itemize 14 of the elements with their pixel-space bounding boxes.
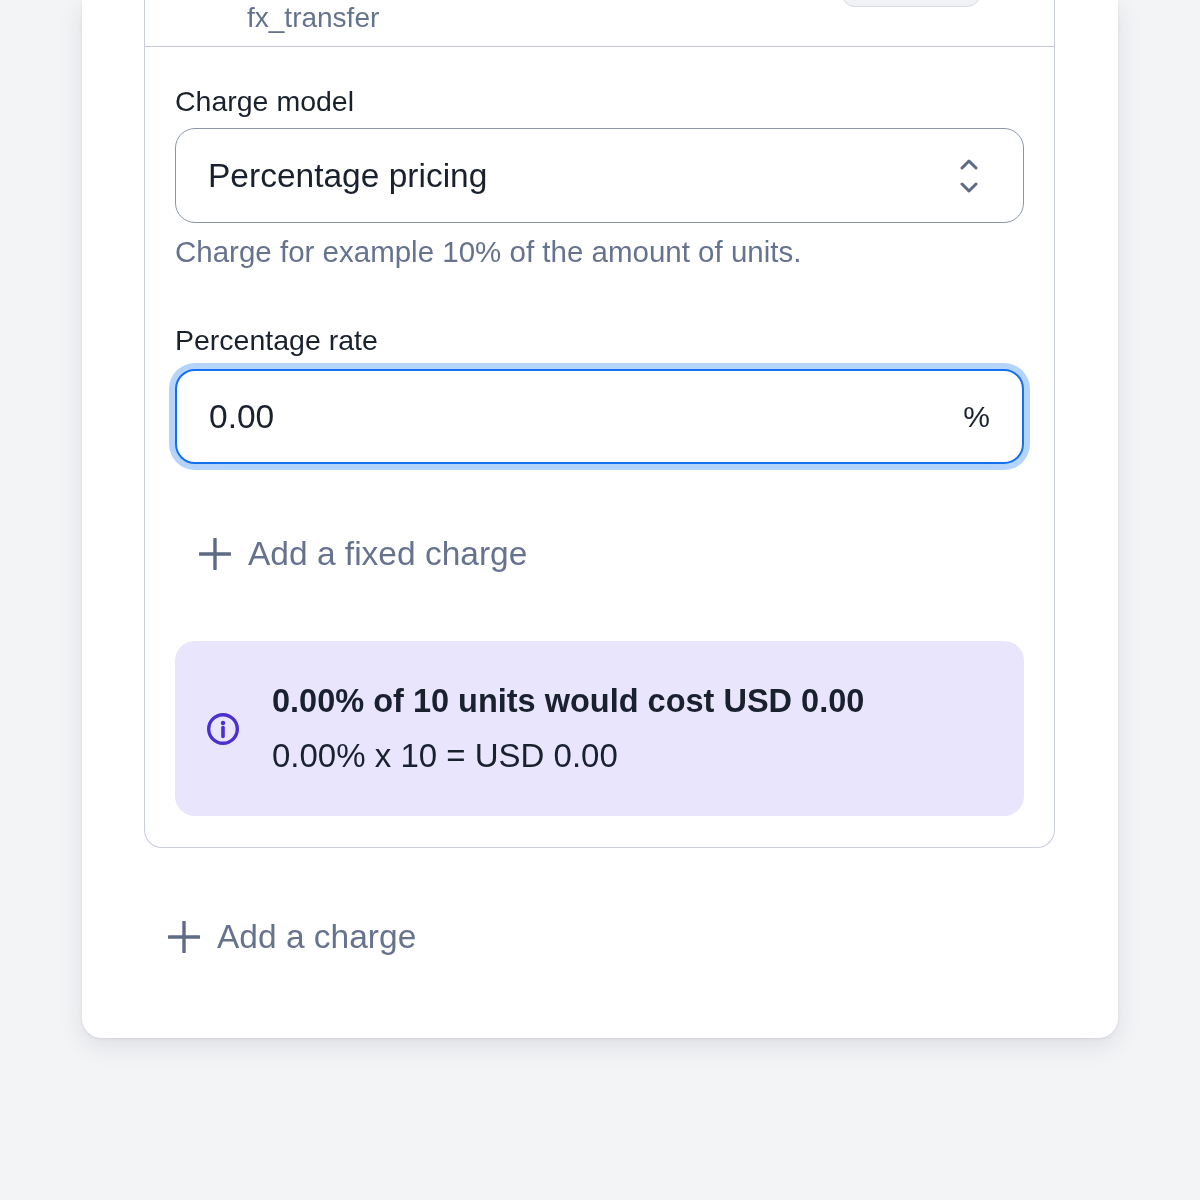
- field-label: Percentage rate: [175, 323, 378, 357]
- info-icon: [207, 712, 239, 745]
- help-text: Charge for example 10% of the amount of units.: [175, 235, 802, 269]
- chevron-up-down-icon: [959, 158, 979, 193]
- cost-formula: 0.00% x 10 = USD 0.00: [272, 736, 618, 776]
- percent-unit: %: [963, 399, 990, 434]
- plus-icon: [168, 921, 200, 953]
- add-fixed-charge-button[interactable]: Add a fixed charge: [175, 520, 552, 588]
- charge-model-select[interactable]: Percentage pricing: [175, 128, 1024, 223]
- plus-icon: [199, 538, 231, 570]
- charge-name: fx_transfer: [247, 3, 380, 33]
- field-label: Charge model: [175, 84, 354, 118]
- add-charge-button[interactable]: Add a charge: [144, 903, 441, 971]
- cost-summary: 0.00% of 10 units would cost USD 0.00: [272, 682, 865, 721]
